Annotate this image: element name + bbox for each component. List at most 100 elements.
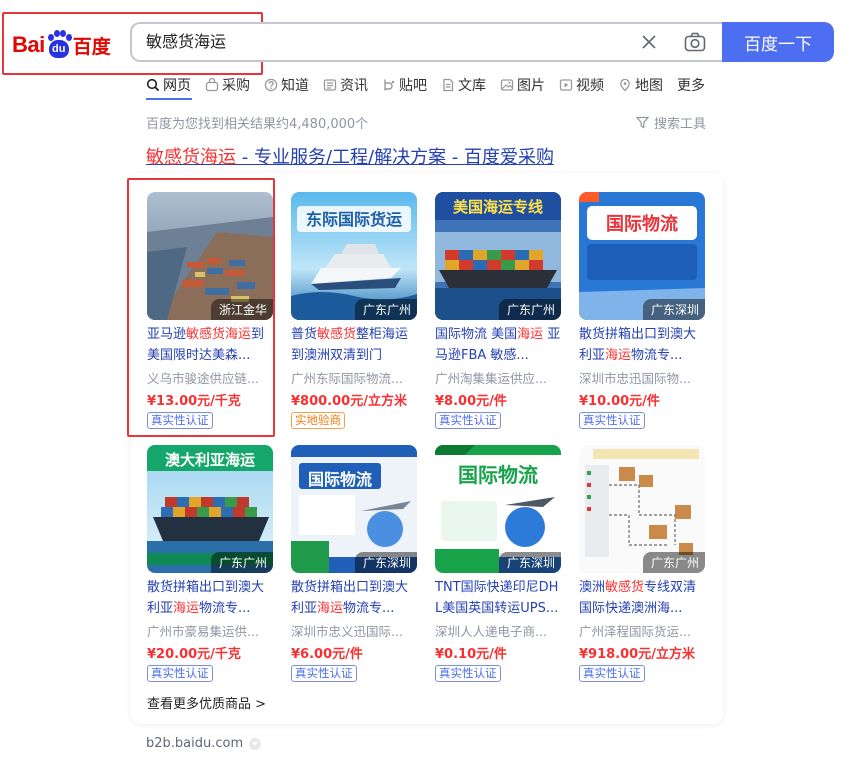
- tab-zhidao[interactable]: 知道: [264, 74, 309, 96]
- thumb-banner-text: 国际物流: [307, 470, 372, 489]
- location-tag: 广东深圳: [354, 552, 417, 573]
- thumb-banner-text: 东际国际货运: [305, 210, 402, 229]
- tab-purchase[interactable]: 采购: [205, 74, 250, 96]
- seller-name[interactable]: 广州东际国际物流...: [291, 368, 417, 387]
- product-price: ¥800.00元/立方米: [291, 394, 407, 409]
- product-title[interactable]: TNT国际快递印尼DHL美国英国转运UPS...: [435, 577, 561, 619]
- image-icon: [500, 79, 514, 91]
- product-item[interactable]: 东际国际货运 广东广州 普货敏感货整柜海运到澳洲双清到门 广州东际国际物流...…: [291, 192, 417, 437]
- tab-web[interactable]: 网页: [146, 74, 191, 96]
- thumb-banner-text: 澳大利亚海运: [164, 451, 255, 469]
- title-highlight: 海运: [173, 601, 200, 616]
- seller-name[interactable]: 深圳人人递电子商...: [435, 621, 561, 640]
- product-image[interactable]: 国际物流 广东深圳: [435, 445, 561, 573]
- chevron-down-icon[interactable]: [249, 737, 262, 750]
- title-highlight: 海运: [605, 348, 632, 363]
- tab-video[interactable]: 视频: [559, 74, 604, 96]
- tab-label: 更多: [677, 78, 705, 94]
- product-item[interactable]: 澳大利亚海运 广东广州 散货拼箱出口到澳大利亚海运物流专... 广州市豪易集运供…: [147, 445, 273, 690]
- result-title-link[interactable]: 敏感货海运 - 专业服务/工程/解决方案 - 百度爱采购: [146, 143, 554, 169]
- tab-label: 文库: [458, 78, 486, 94]
- tab-label: 图片: [517, 78, 545, 94]
- clear-icon[interactable]: [640, 33, 658, 51]
- active-tab-indicator: [146, 98, 192, 100]
- tab-label: 地图: [635, 78, 663, 94]
- thumb-banner-text: 国际物流: [606, 214, 678, 235]
- verified-badge: 真实性认证: [579, 412, 645, 429]
- camera-icon[interactable]: [684, 32, 706, 52]
- tab-label: 采购: [222, 78, 250, 94]
- product-item[interactable]: 美国海运专线 广东广州 国际物流 美国海运 亚马逊FBA 敏感... 广州淘集集…: [435, 192, 561, 437]
- result-count: 百度为您找到相关结果约4,480,000个: [146, 117, 369, 132]
- title-part: 澳洲: [579, 580, 606, 595]
- verified-badge: 真实性认证: [435, 412, 501, 429]
- product-price: ¥0.10元/件: [435, 647, 507, 662]
- tab-label: 贴吧: [399, 78, 427, 94]
- product-price: ¥20.00元/千克: [147, 647, 241, 662]
- paw-icon: du: [46, 30, 72, 60]
- product-image[interactable]: 澳大利亚海运 广东广州: [147, 445, 273, 573]
- onsite-verified-badge: 实地验商: [291, 412, 345, 429]
- product-image[interactable]: 广东广州: [579, 445, 705, 573]
- location-tag: 广东深圳: [642, 299, 705, 320]
- product-price: ¥6.00元/件: [291, 647, 363, 662]
- thumb-banner-text: 美国海运专线: [452, 198, 543, 216]
- search-tools-button[interactable]: 搜索工具: [636, 113, 706, 132]
- tab-map[interactable]: 地图: [618, 74, 663, 96]
- verified-badge: 真实性认证: [291, 665, 357, 682]
- product-title[interactable]: 澳洲敏感货专线双清国际快递澳洲海...: [579, 577, 705, 619]
- title-rest: - 专业服务/工程/解决方案 - 百度爱采购: [236, 147, 555, 168]
- search-tools-label: 搜索工具: [654, 117, 707, 132]
- title-highlight: 敏感货: [605, 580, 645, 595]
- product-title[interactable]: 散货拼箱出口到澳大利亚海运物流专...: [579, 324, 705, 366]
- logo-cn-text: 百度: [72, 36, 111, 58]
- domain-text: b2b.baidu.com: [146, 736, 244, 751]
- title-highlight: 海运: [517, 327, 544, 342]
- seller-name[interactable]: 广州市豪易集运供...: [147, 621, 273, 640]
- search-box[interactable]: [130, 22, 722, 62]
- seller-name[interactable]: 深圳市忠义迅国际...: [291, 621, 417, 640]
- tab-more[interactable]: 更多: [677, 74, 705, 96]
- search-input[interactable]: [146, 24, 616, 60]
- source-domain[interactable]: b2b.baidu.com: [146, 736, 262, 751]
- title-part: 物流专...: [199, 601, 251, 616]
- tab-tieba[interactable]: 贴吧: [382, 74, 427, 96]
- product-image[interactable]: 国际物流 广东深圳: [291, 445, 417, 573]
- product-item[interactable]: 广东广州 澳洲敏感货专线双清国际快递澳洲海... 广州泽程国际货运... ¥91…: [579, 445, 705, 690]
- seller-name[interactable]: 广州淘集集运供应...: [435, 368, 561, 387]
- baidu-logo[interactable]: Bai du 百度: [12, 26, 111, 64]
- more-products-link[interactable]: 查看更多优质商品 >: [147, 693, 266, 712]
- verified-badge: 真实性认证: [435, 665, 501, 682]
- title-highlight: 海运: [317, 601, 344, 616]
- tab-images[interactable]: 图片: [500, 74, 545, 96]
- seller-name[interactable]: 深圳市忠迅国际物...: [579, 368, 705, 387]
- product-image[interactable]: 美国海运专线 广东广州: [435, 192, 561, 320]
- product-item[interactable]: 国际物流 广东深圳 TNT国际快递印尼DHL美国英国转运UPS... 深圳人人递…: [435, 445, 561, 690]
- product-price: ¥10.00元/件: [579, 394, 660, 409]
- filter-icon: [636, 116, 649, 129]
- product-price: ¥8.00元/件: [435, 394, 507, 409]
- product-image[interactable]: 国际物流 广东深圳: [579, 192, 705, 320]
- logo-bai-text: Bai: [12, 32, 45, 57]
- seller-name[interactable]: 广州泽程国际货运...: [579, 621, 705, 640]
- search-button[interactable]: 百度一下: [722, 22, 834, 62]
- product-title[interactable]: 散货拼箱出口到澳大利亚海运物流专...: [291, 577, 417, 619]
- tab-label: 资讯: [340, 78, 368, 94]
- location-tag: 广东广州: [210, 552, 273, 573]
- location-tag: 广东广州: [354, 299, 417, 320]
- video-icon: [559, 79, 573, 91]
- basket-icon: [205, 78, 219, 92]
- product-item[interactable]: 国际物流 广东深圳 散货拼箱出口到澳大利亚海运物流专... 深圳市忠迅国际物..…: [579, 192, 705, 437]
- verified-badge: 真实性认证: [147, 665, 213, 682]
- product-image[interactable]: 东际国际货运 广东广州: [291, 192, 417, 320]
- tab-label: 知道: [281, 78, 309, 94]
- product-title[interactable]: 散货拼箱出口到澳大利亚海运物流专...: [147, 577, 273, 619]
- title-part: 国际物流 美国: [435, 327, 518, 342]
- product-title[interactable]: 国际物流 美国海运 亚马逊FBA 敏感...: [435, 324, 561, 366]
- product-item[interactable]: 国际物流 广东深圳 散货拼箱出口到澳大利亚海运物流专... 深圳市忠义迅国际..…: [291, 445, 417, 690]
- title-part: 物流专...: [343, 601, 395, 616]
- tab-news[interactable]: 资讯: [323, 74, 368, 96]
- product-title[interactable]: 普货敏感货整柜海运到澳洲双清到门: [291, 324, 417, 366]
- news-icon: [323, 79, 337, 91]
- tab-wenku[interactable]: 文库: [441, 74, 486, 96]
